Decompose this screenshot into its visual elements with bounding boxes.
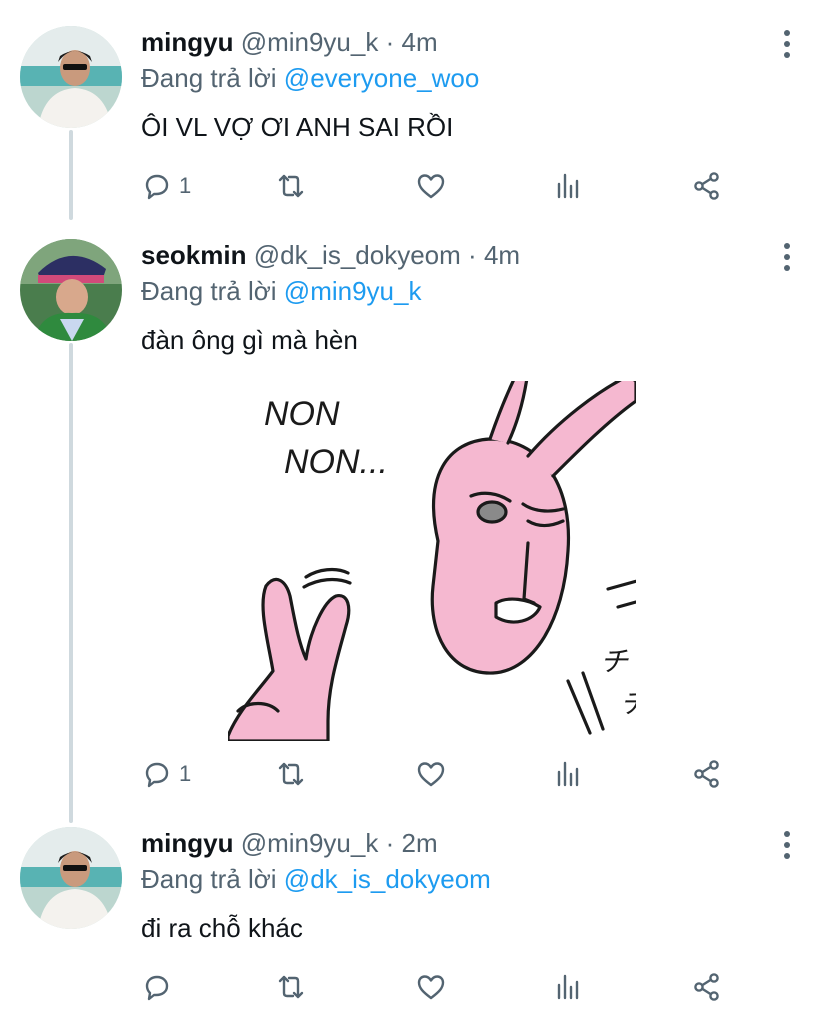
reply-button[interactable] xyxy=(141,967,179,1007)
like-button[interactable] xyxy=(415,166,447,206)
share-icon xyxy=(694,172,719,200)
replying-label: Đang trả lời xyxy=(141,276,277,306)
reply-button[interactable]: 1 xyxy=(141,166,191,206)
retweet-icon xyxy=(278,174,304,198)
like-icon xyxy=(417,762,445,787)
tweet-text: ÔI VL VỢ ƠI ANH SAI RỒI xyxy=(141,112,454,142)
retweet-button[interactable] xyxy=(275,166,307,206)
tweet-image[interactable]: NON NON... チッ チッ xyxy=(228,381,636,741)
sticker-text-non-dots: NON... xyxy=(284,443,388,481)
more-vertical-icon[interactable] xyxy=(778,829,798,861)
mention-link[interactable]: @dk_is_dokyeom xyxy=(284,864,491,894)
display-name[interactable]: mingyu xyxy=(141,27,233,57)
retweet-icon xyxy=(278,975,304,999)
reply-icon xyxy=(145,174,169,200)
like-icon xyxy=(417,975,445,1000)
replying-to: Đang trả lời @min9yu_k xyxy=(141,275,421,307)
replying-to: Đang trả lời @dk_is_dokyeom xyxy=(141,863,491,895)
sticker-text-non: NON xyxy=(264,395,340,433)
tweet-text: đàn ông gì mà hèn xyxy=(141,325,358,355)
tweet-text: đi ra chỗ khác xyxy=(141,913,303,943)
share-icon xyxy=(694,973,719,1001)
analytics-button[interactable] xyxy=(553,166,585,206)
more-vertical-icon[interactable] xyxy=(778,28,798,60)
timestamp[interactable]: 4m xyxy=(402,27,438,57)
avatar[interactable] xyxy=(20,827,122,929)
avatar[interactable] xyxy=(20,239,122,341)
tweet-header: mingyu @min9yu_k · 4m xyxy=(141,26,438,58)
timestamp[interactable]: 2m xyxy=(402,828,438,858)
more-vertical-icon[interactable] xyxy=(778,241,798,273)
reply-count: 1 xyxy=(179,761,192,786)
analytics-button[interactable] xyxy=(553,967,585,1007)
avatar[interactable] xyxy=(20,26,122,128)
reply-button[interactable]: 1 xyxy=(141,754,191,794)
display-name[interactable]: seokmin xyxy=(141,240,247,270)
analytics-button[interactable] xyxy=(553,754,585,794)
sticker-sfx-2: チッ xyxy=(620,688,636,719)
action-bar xyxy=(141,967,741,1007)
analytics-icon xyxy=(557,974,579,1000)
username[interactable]: @min9yu_k xyxy=(241,828,379,858)
share-button[interactable] xyxy=(691,967,723,1007)
separator: · xyxy=(385,828,395,858)
mention-link[interactable]: @everyone_woo xyxy=(284,63,480,93)
display-name[interactable]: mingyu xyxy=(141,828,233,858)
analytics-icon xyxy=(557,761,579,787)
tweet-header: mingyu @min9yu_k · 2m xyxy=(141,827,438,859)
share-button[interactable] xyxy=(691,754,723,794)
username[interactable]: @dk_is_dokyeom xyxy=(254,240,461,270)
share-icon xyxy=(694,760,719,788)
reply-icon xyxy=(145,975,169,1001)
reply-count: 1 xyxy=(179,173,192,198)
replying-label: Đang trả lời xyxy=(141,63,277,93)
like-icon xyxy=(417,174,445,199)
sticker-sfx-1: チッ xyxy=(600,646,636,677)
username[interactable]: @min9yu_k xyxy=(241,27,379,57)
like-button[interactable] xyxy=(415,967,447,1007)
retweet-icon xyxy=(278,762,304,786)
share-button[interactable] xyxy=(691,166,723,206)
analytics-icon xyxy=(557,173,579,199)
retweet-button[interactable] xyxy=(275,754,307,794)
replying-label: Đang trả lời xyxy=(141,864,277,894)
tweet[interactable]: mingyu @min9yu_k · 4m Đang trả lời @ever… xyxy=(0,0,828,215)
separator: · xyxy=(385,27,395,57)
timestamp[interactable]: 4m xyxy=(484,240,520,270)
tweet[interactable]: mingyu @min9yu_k · 2m Đang trả lời @dk_i… xyxy=(0,801,828,1013)
like-button[interactable] xyxy=(415,754,447,794)
action-bar: 1 xyxy=(141,754,741,794)
reply-icon xyxy=(145,762,169,788)
retweet-button[interactable] xyxy=(275,967,307,1007)
tweet-header: seokmin @dk_is_dokyeom · 4m xyxy=(141,239,520,271)
separator: · xyxy=(468,240,477,270)
action-bar: 1 xyxy=(141,166,741,206)
replying-to: Đang trả lời @everyone_woo xyxy=(141,62,479,94)
mention-link[interactable]: @min9yu_k xyxy=(284,276,422,306)
